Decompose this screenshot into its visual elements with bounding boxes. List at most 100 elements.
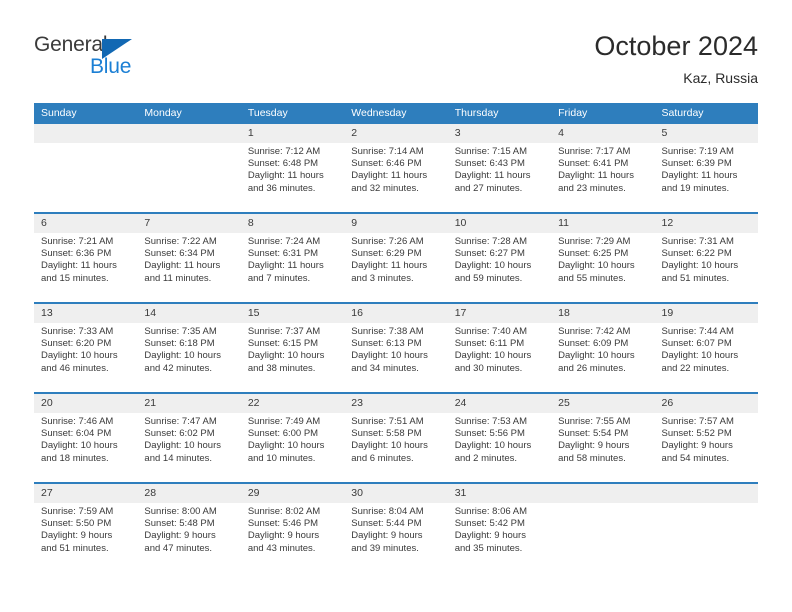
daylight-duration-line2: and 15 minutes. bbox=[41, 272, 109, 284]
daylight-duration-line1: Daylight: 10 hours bbox=[247, 440, 325, 452]
day-sun-info: Sunrise: 7:24 AM Sunset: 6:31 PM Daylight:… bbox=[241, 233, 344, 285]
calendar-day-cell[interactable]: 1 Sunrise: 7:12 AM Sunset: 6:48 PM Daylight… bbox=[240, 124, 345, 212]
day-sun-info: Sunrise: 7:44 AM Sunset: 6:07 PM Daylight:… bbox=[655, 323, 758, 375]
calendar-day-cell[interactable]: 15 Sunrise: 7:37 AM Sunset: 6:15 PM Dayligh… bbox=[240, 304, 345, 392]
sunset-time: Sunset: 5:52 PM bbox=[661, 428, 732, 440]
calendar-day-cell[interactable]: 7 Sunrise: 7:22 AM Sunset: 6:34 PM Daylight… bbox=[137, 214, 241, 302]
calendar-day-cell[interactable]: 24 Sunrise: 7:53 AM Sunset: 5:56 PM Dayligh… bbox=[447, 394, 552, 482]
sunset-time: Sunset: 6:18 PM bbox=[144, 338, 215, 350]
calendar-day-cell[interactable]: 3 Sunrise: 7:15 AM Sunset: 6:43 PM Daylight… bbox=[447, 124, 552, 212]
calendar-day-cell[interactable]: 11 Sunrise: 7:29 AM Sunset: 6:25 PM Dayligh… bbox=[551, 214, 655, 302]
day-number: 16 bbox=[344, 304, 448, 323]
calendar-day-cell[interactable]: 27 Sunrise: 7:59 AM Sunset: 5:50 PM Dayligh… bbox=[34, 484, 138, 572]
sunset-time: Sunset: 5:54 PM bbox=[558, 428, 629, 440]
daylight-duration-line1: Daylight: 9 hours bbox=[41, 530, 113, 542]
calendar-day-cell[interactable]: 9 Sunrise: 7:26 AM Sunset: 6:29 PM Daylight… bbox=[344, 214, 448, 302]
day-number: 3 bbox=[447, 124, 552, 143]
sunrise-time: Sunrise: 7:44 AM bbox=[661, 326, 734, 337]
calendar-day-cell[interactable]: 12 Sunrise: 7:31 AM Sunset: 6:22 PM Dayligh… bbox=[654, 214, 758, 302]
day-number: 24 bbox=[447, 394, 552, 413]
calendar-day-cell[interactable]: 18 Sunrise: 7:42 AM Sunset: 6:09 PM Dayligh… bbox=[551, 304, 655, 392]
daylight-duration-line2: and 43 minutes. bbox=[247, 542, 316, 554]
calendar-day-cell[interactable]: 4 Sunrise: 7:17 AM Sunset: 6:41 PM Daylight… bbox=[551, 124, 655, 212]
calendar-day-cell[interactable]: 25 Sunrise: 7:55 AM Sunset: 5:54 PM Dayligh… bbox=[551, 394, 655, 482]
day-sun-info: Sunrise: 7:15 AM Sunset: 6:43 PM Daylight:… bbox=[448, 143, 551, 195]
day-sun-info: Sunrise: 7:22 AM Sunset: 6:34 PM Daylight:… bbox=[137, 233, 240, 285]
day-number: 26 bbox=[654, 394, 758, 413]
calendar-day-cell[interactable]: 5 Sunrise: 7:19 AM Sunset: 6:39 PM Daylight… bbox=[654, 124, 758, 212]
sunrise-time: Sunrise: 7:31 AM bbox=[661, 236, 734, 247]
day-sun-info: Sunrise: 7:57 AM Sunset: 5:52 PM Daylight:… bbox=[655, 413, 758, 465]
day-number: 19 bbox=[654, 304, 758, 323]
calendar-day-cell[interactable]: 29 Sunrise: 8:02 AM Sunset: 5:46 PM Dayligh… bbox=[240, 484, 345, 572]
calendar-day-cell[interactable]: 19 Sunrise: 7:44 AM Sunset: 6:07 PM Dayligh… bbox=[654, 304, 758, 392]
daylight-duration-line1: Daylight: 10 hours bbox=[454, 260, 532, 272]
title-block: October 2024 Kaz, Russia bbox=[594, 30, 758, 88]
page-title: October 2024 bbox=[594, 31, 758, 61]
calendar-day-cell[interactable]: 23 Sunrise: 7:51 AM Sunset: 5:58 PM Dayligh… bbox=[344, 394, 448, 482]
daylight-duration-line2: and 47 minutes. bbox=[144, 542, 213, 554]
calendar-day-cell[interactable]: 28 Sunrise: 8:00 AM Sunset: 5:48 PM Dayligh… bbox=[137, 484, 241, 572]
sunrise-time: Sunrise: 7:51 AM bbox=[351, 416, 424, 427]
sunrise-time: Sunrise: 7:46 AM bbox=[41, 416, 114, 427]
sunset-time: Sunset: 6:25 PM bbox=[558, 248, 629, 260]
sunrise-time: Sunrise: 7:22 AM bbox=[144, 236, 217, 247]
sunset-time: Sunset: 6:13 PM bbox=[351, 338, 422, 350]
sunset-time: Sunset: 6:48 PM bbox=[247, 158, 319, 170]
day-number: 10 bbox=[447, 214, 552, 233]
sunrise-time: Sunrise: 7:19 AM bbox=[661, 146, 734, 157]
daylight-duration-line1: Daylight: 10 hours bbox=[454, 350, 532, 362]
daylight-duration-line2: and 3 minutes. bbox=[351, 272, 414, 284]
sunset-time: Sunset: 5:48 PM bbox=[144, 518, 215, 530]
calendar-day-cell[interactable]: 13 Sunrise: 7:33 AM Sunset: 6:20 PM Dayligh… bbox=[34, 304, 138, 392]
daylight-duration-line2: and 38 minutes. bbox=[247, 362, 316, 374]
sunrise-time: Sunrise: 7:17 AM bbox=[558, 146, 631, 157]
calendar-day-cell[interactable]: 22 Sunrise: 7:49 AM Sunset: 6:00 PM Dayligh… bbox=[240, 394, 345, 482]
calendar-day-cell[interactable]: 31 Sunrise: 8:06 AM Sunset: 5:42 PM Dayligh… bbox=[447, 484, 552, 572]
day-sun-info: Sunrise: 7:46 AM Sunset: 6:04 PM Daylight:… bbox=[34, 413, 137, 465]
day-sun-info: Sunrise: 7:31 AM Sunset: 6:22 PM Daylight:… bbox=[655, 233, 758, 285]
daylight-duration-line1: Daylight: 10 hours bbox=[144, 440, 221, 452]
sunset-time: Sunset: 6:20 PM bbox=[41, 338, 112, 350]
calendar-day-cell[interactable]: 21 Sunrise: 7:47 AM Sunset: 6:02 PM Dayligh… bbox=[137, 394, 241, 482]
general-blue-logo: General Blue bbox=[34, 33, 214, 85]
calendar-day-cell[interactable]: 14 Sunrise: 7:35 AM Sunset: 6:18 PM Dayligh… bbox=[137, 304, 241, 392]
day-sun-info: Sunrise: 7:37 AM Sunset: 6:15 PM Daylight:… bbox=[241, 323, 344, 375]
calendar-day-cell[interactable]: 20 Sunrise: 7:46 AM Sunset: 6:04 PM Dayligh… bbox=[34, 394, 138, 482]
daylight-duration-line2: and 34 minutes. bbox=[351, 362, 419, 374]
daylight-duration-line2: and 30 minutes. bbox=[454, 362, 523, 374]
sunrise-time: Sunrise: 7:29 AM bbox=[558, 236, 631, 247]
sunrise-time: Sunrise: 8:02 AM bbox=[247, 506, 321, 517]
daylight-duration-line1: Daylight: 10 hours bbox=[351, 350, 428, 362]
calendar-day-cell[interactable]: 16 Sunrise: 7:38 AM Sunset: 6:13 PM Dayligh… bbox=[344, 304, 448, 392]
calendar-day-cell[interactable]: 17 Sunrise: 7:40 AM Sunset: 6:11 PM Dayligh… bbox=[447, 304, 552, 392]
day-sun-info bbox=[655, 503, 758, 506]
calendar-day-cell[interactable]: 26 Sunrise: 7:57 AM Sunset: 5:52 PM Dayligh… bbox=[654, 394, 758, 482]
daylight-duration-line2: and 2 minutes. bbox=[454, 452, 518, 464]
calendar-day-cell[interactable]: 10 Sunrise: 7:28 AM Sunset: 6:27 PM Dayligh… bbox=[447, 214, 552, 302]
weekday-wednesday: Wednesday bbox=[351, 107, 407, 119]
sunset-time: Sunset: 6:36 PM bbox=[41, 248, 112, 260]
daylight-duration-line2: and 6 minutes. bbox=[351, 452, 414, 464]
day-number: 13 bbox=[34, 304, 138, 323]
day-number: 2 bbox=[344, 124, 448, 143]
daylight-duration-line2: and 7 minutes. bbox=[247, 272, 311, 284]
calendar-day-cell[interactable]: 2 Sunrise: 7:14 AM Sunset: 6:46 PM Daylight… bbox=[344, 124, 448, 212]
daylight-duration-line1: Daylight: 11 hours bbox=[247, 170, 324, 182]
logo-text-blue: Blue bbox=[90, 55, 132, 78]
calendar-day-cell-empty bbox=[654, 484, 758, 572]
sunrise-time: Sunrise: 7:21 AM bbox=[41, 236, 114, 247]
calendar-day-cell[interactable]: 30 Sunrise: 8:04 AM Sunset: 5:44 PM Dayligh… bbox=[344, 484, 448, 572]
sunrise-time: Sunrise: 7:38 AM bbox=[351, 326, 424, 337]
day-sun-info: Sunrise: 7:42 AM Sunset: 6:09 PM Daylight:… bbox=[551, 323, 654, 375]
day-sun-info: Sunrise: 7:33 AM Sunset: 6:20 PM Daylight:… bbox=[34, 323, 137, 375]
calendar-day-cell[interactable]: 8 Sunrise: 7:24 AM Sunset: 6:31 PM Daylight… bbox=[240, 214, 345, 302]
calendar-weeks: 1 Sunrise: 7:12 AM Sunset: 6:48 PM Daylight… bbox=[34, 124, 758, 572]
day-sun-info: Sunrise: 8:06 AM Sunset: 5:42 PM Daylight:… bbox=[448, 503, 551, 555]
sunset-time: Sunset: 6:31 PM bbox=[247, 248, 319, 260]
sunset-time: Sunset: 6:11 PM bbox=[454, 338, 525, 350]
daylight-duration-line1: Daylight: 9 hours bbox=[558, 440, 630, 452]
calendar-week-row: 6 Sunrise: 7:21 AM Sunset: 6:36 PM Daylight… bbox=[34, 212, 758, 302]
calendar-day-cell[interactable]: 6 Sunrise: 7:21 AM Sunset: 6:36 PM Daylight… bbox=[34, 214, 138, 302]
sunset-time: Sunset: 5:56 PM bbox=[454, 428, 525, 440]
